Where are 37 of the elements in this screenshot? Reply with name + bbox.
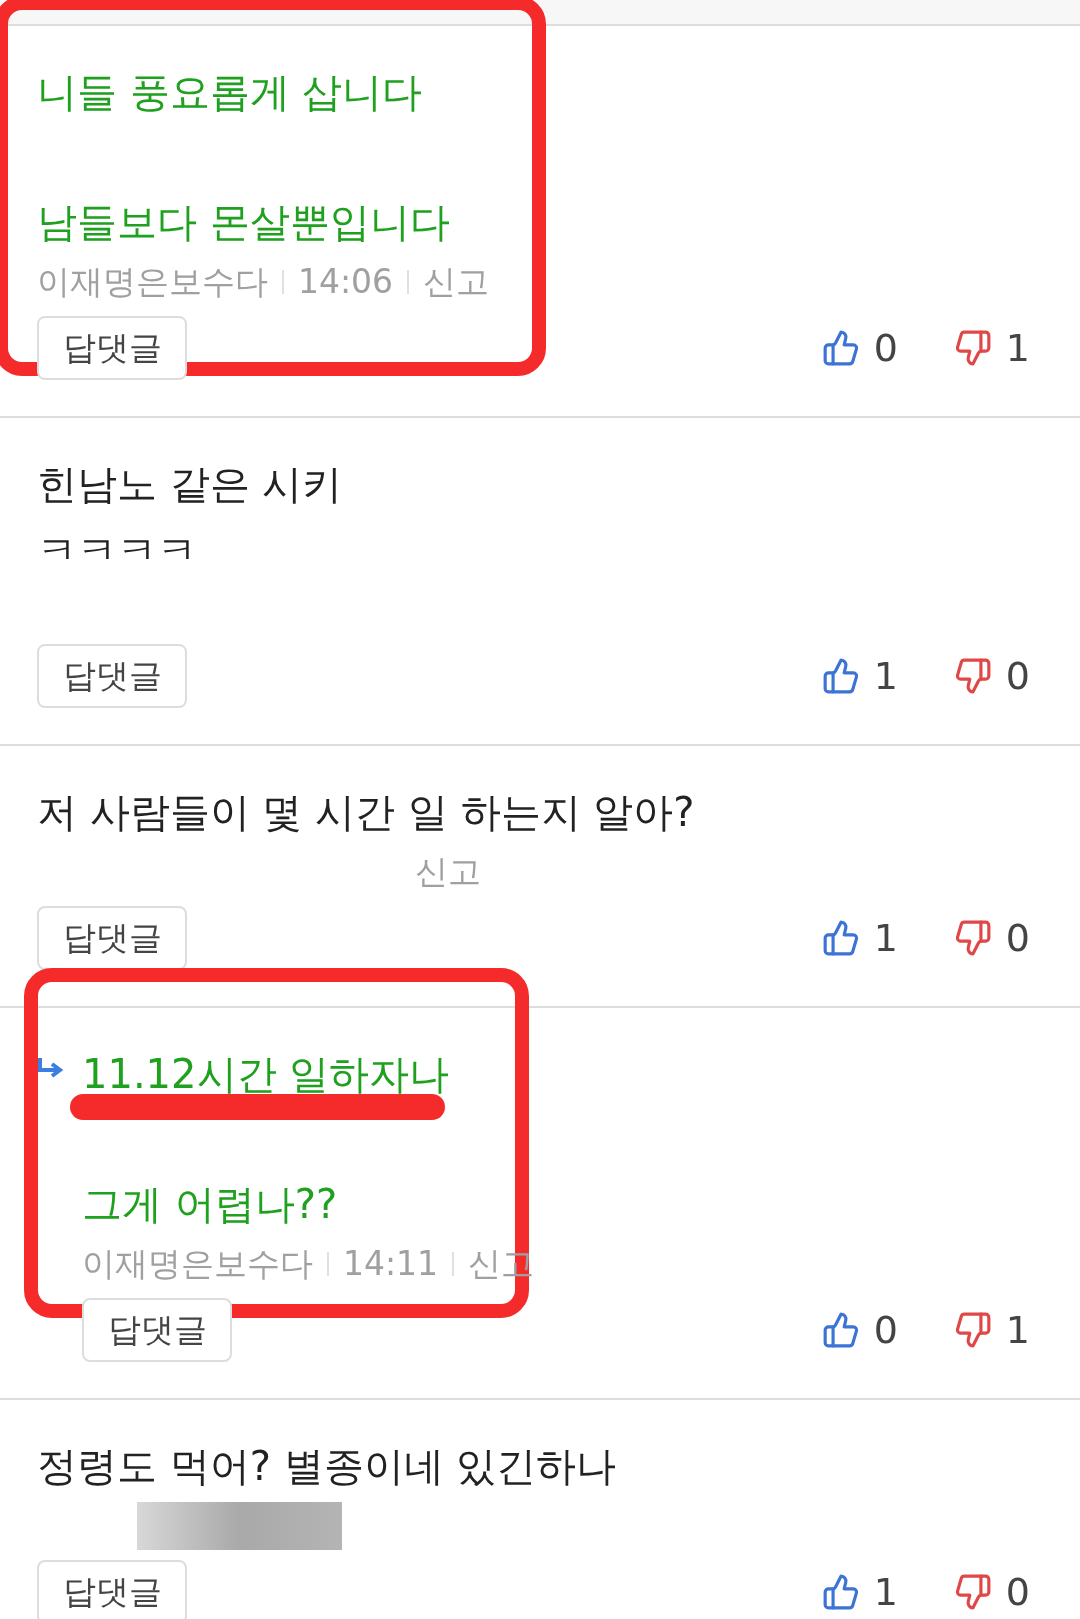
comment-text: 그게 어렵나?? (82, 1180, 338, 1229)
dislike-count: 0 (1005, 1568, 1030, 1616)
dislike-count: 1 (1005, 324, 1030, 372)
comment-time: 14:11 (343, 1243, 439, 1286)
thumbs-up-icon[interactable] (821, 329, 860, 367)
thumbs-up-icon[interactable] (821, 1573, 860, 1611)
comment-text: 11.12시간 일하자나 (82, 1050, 450, 1099)
reply-button[interactable]: 답댓글 (37, 316, 187, 380)
thumbs-down-icon[interactable] (953, 919, 992, 957)
thumbs-down-icon[interactable] (953, 657, 992, 695)
comment-text: 저 사람들이 몇 시간 일 하는지 알아? (37, 788, 695, 837)
comment-text: 정령도 먹어? 별종이네 있긴하나 (37, 1442, 617, 1491)
reply-button[interactable]: 답댓글 (37, 1560, 187, 1619)
like-count: 0 (873, 1306, 898, 1354)
thumbs-up-icon[interactable] (821, 657, 860, 695)
thumbs-down-icon[interactable] (953, 329, 992, 367)
like-count: 1 (873, 914, 898, 962)
like-count: 1 (873, 1568, 898, 1616)
dislike-count: 1 (1005, 1306, 1030, 1354)
thumbs-up-icon[interactable] (821, 919, 860, 957)
like-count: 0 (873, 324, 898, 372)
like-count: 1 (873, 652, 898, 700)
comment-text: 남들보다 몬살뿐입니다 (37, 198, 450, 247)
dislike-count: 0 (1005, 652, 1030, 700)
reply-button[interactable]: 답댓글 (82, 1298, 232, 1362)
thumbs-up-icon[interactable] (821, 1311, 860, 1349)
reply-button[interactable]: 답댓글 (37, 644, 187, 708)
comment-text: 힌남노 같은 시키 (37, 460, 343, 509)
comment-text: ㅋㅋㅋㅋ (37, 526, 197, 575)
thumbs-down-icon[interactable] (953, 1311, 992, 1349)
reply-button[interactable]: 답댓글 (37, 906, 187, 970)
thumbs-down-icon[interactable] (953, 1573, 992, 1611)
dislike-count: 0 (1005, 914, 1030, 962)
comment-time: 14:06 (298, 261, 394, 304)
comment-text: 니들 풍요롭게 삽니다 (37, 68, 423, 117)
author-name: 이재명은보수다 (82, 1243, 313, 1286)
author-name: 이재명은보수다 (37, 261, 268, 304)
